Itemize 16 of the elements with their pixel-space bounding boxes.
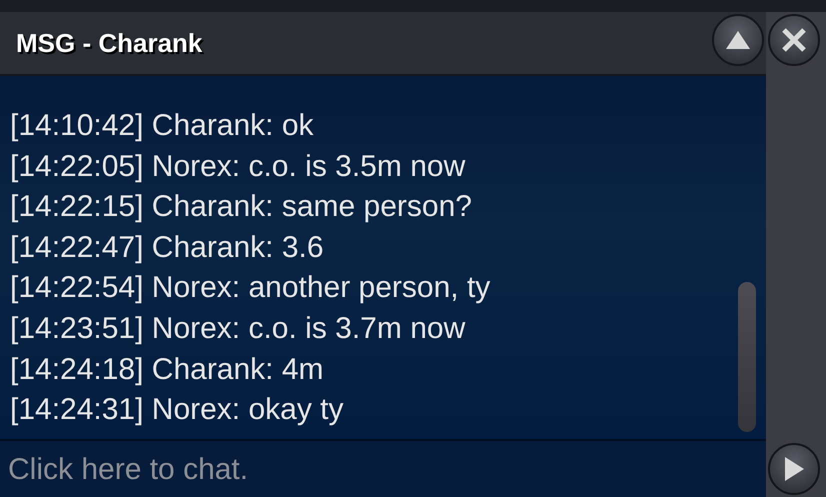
- chat-message: [14:22:05] Norex: c.o. is 3.5m now: [10, 148, 466, 185]
- window-title: MSG - Charank: [16, 26, 202, 60]
- chat-input[interactable]: Click here to chat.: [0, 439, 766, 497]
- send-button[interactable]: [768, 443, 820, 495]
- close-button[interactable]: [768, 14, 820, 66]
- chat-message: [14:23:51] Norex: c.o. is 3.7m now: [10, 310, 466, 347]
- chat-message: [14:22:15] Charank: same person?: [10, 189, 472, 226]
- chat-message: [14:22:54] Norex: another person, ty: [10, 270, 490, 306]
- play-icon: [783, 456, 805, 482]
- scrollbar-thumb[interactable]: [738, 282, 756, 432]
- chat-message: [14:24:31] Norex: okay ty: [10, 392, 344, 428]
- up-arrow-icon: [725, 30, 751, 50]
- chat-message: [14:10:42] Charank: ok: [10, 108, 314, 144]
- chat-message: [14:24:18] Charank: 4m: [10, 352, 324, 388]
- chat-message: [14:22:47] Charank: 3.6: [10, 230, 324, 266]
- close-icon: [781, 27, 807, 53]
